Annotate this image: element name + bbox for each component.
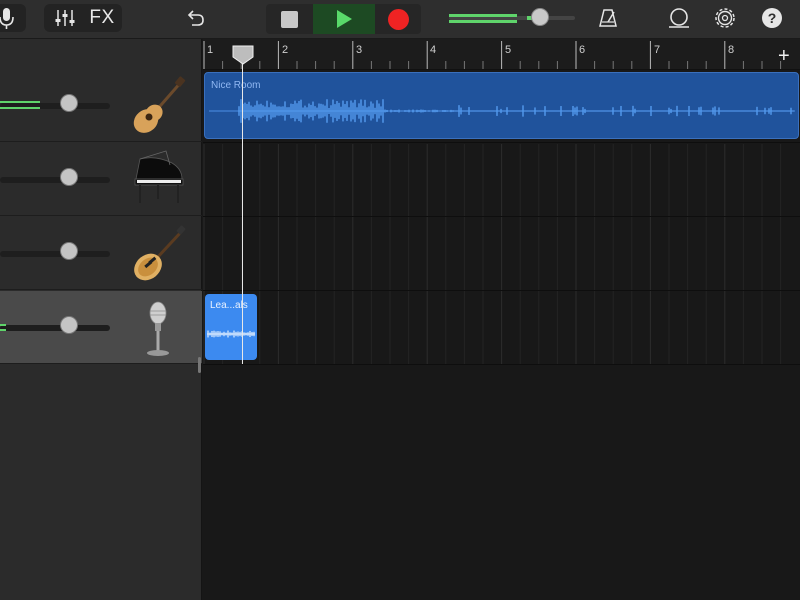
acoustic-guitar-icon xyxy=(133,76,186,133)
metronome-button[interactable] xyxy=(596,4,620,32)
track-volume-slider[interactable] xyxy=(0,324,110,331)
region-waveform xyxy=(207,330,255,338)
lane-grand-piano[interactable] xyxy=(203,144,800,217)
play-button[interactable] xyxy=(313,4,375,34)
track-header-electric-guitar[interactable] xyxy=(0,217,202,290)
region-waveform xyxy=(209,99,795,123)
playhead-handle[interactable] xyxy=(232,45,254,65)
grand-piano-icon xyxy=(134,150,184,203)
bar-ruler[interactable]: 1 2 3 4 5 6 7 8 xyxy=(203,39,800,70)
track-level-meter xyxy=(0,324,6,326)
microphone-icon xyxy=(0,8,14,29)
transport-controls xyxy=(266,4,421,34)
track-level-meter xyxy=(0,107,40,109)
bar-number-2: 2 xyxy=(282,44,289,56)
track-timeline[interactable]: Nice Room Lea...als xyxy=(203,70,800,600)
track-level-meter xyxy=(0,329,6,331)
header-resize-handle[interactable] xyxy=(198,357,201,373)
track-volume-slider[interactable] xyxy=(0,101,110,109)
region-nice-room[interactable]: Nice Room xyxy=(204,72,799,139)
lane-electric-guitar[interactable] xyxy=(203,218,800,291)
playhead-line xyxy=(242,46,243,364)
help-button[interactable]: ? xyxy=(760,4,784,32)
mixer-button[interactable] xyxy=(48,4,82,32)
help-icon: ? xyxy=(762,8,782,28)
record-icon xyxy=(388,8,409,30)
bar-number-7: 7 xyxy=(654,44,661,56)
master-volume-knob[interactable] xyxy=(531,8,549,26)
bar-number-4: 4 xyxy=(430,44,437,56)
stop-icon xyxy=(280,10,298,28)
bar-number-6: 6 xyxy=(579,44,586,56)
track-headers xyxy=(0,39,202,600)
track-header-grand-piano[interactable] xyxy=(0,143,202,216)
master-volume-slider[interactable] xyxy=(449,8,575,26)
track-header-microphone[interactable] xyxy=(0,291,202,364)
bar-number-1: 1 xyxy=(207,44,214,56)
lane-microphone[interactable] xyxy=(203,292,800,365)
track-volume-slider[interactable] xyxy=(0,251,110,257)
settings-button[interactable] xyxy=(712,4,738,32)
track-volume-knob[interactable] xyxy=(60,316,78,334)
mixer-sliders-icon xyxy=(55,10,75,26)
settings-gear-icon xyxy=(715,8,735,28)
record-button[interactable] xyxy=(376,4,421,34)
play-icon xyxy=(337,10,352,28)
track-volume-knob[interactable] xyxy=(60,94,78,112)
track-volume-knob[interactable] xyxy=(60,242,78,260)
track-volume-slider[interactable] xyxy=(0,177,110,183)
help-icon-label: ? xyxy=(767,10,777,26)
mixer-fx-group: FX xyxy=(44,4,122,32)
track-volume-knob[interactable] xyxy=(60,168,78,186)
loop-browser-button[interactable] xyxy=(666,4,692,32)
master-level-meter-left xyxy=(449,14,517,17)
fx-button[interactable]: FX xyxy=(86,4,118,32)
metronome-icon xyxy=(599,9,617,27)
bar-number-3: 3 xyxy=(356,44,363,56)
region-lead-vocals[interactable]: Lea...als xyxy=(205,294,257,360)
bar-number-8: 8 xyxy=(728,44,735,56)
control-bar: FX ? xyxy=(0,0,800,39)
track-level-meter xyxy=(0,101,40,103)
loop-icon xyxy=(669,8,689,28)
mic-button[interactable] xyxy=(0,4,26,32)
stop-button[interactable] xyxy=(266,4,312,34)
microphone-instrument-icon xyxy=(147,301,169,356)
ruler-ticks xyxy=(203,41,782,69)
track-header-acoustic-guitar[interactable] xyxy=(0,69,202,142)
add-section-button[interactable]: + xyxy=(778,46,790,66)
electric-guitar-icon xyxy=(134,225,186,281)
undo-icon xyxy=(187,10,204,26)
undo-button[interactable] xyxy=(182,4,208,32)
bar-number-5: 5 xyxy=(505,44,512,56)
master-level-meter-right xyxy=(449,20,517,23)
